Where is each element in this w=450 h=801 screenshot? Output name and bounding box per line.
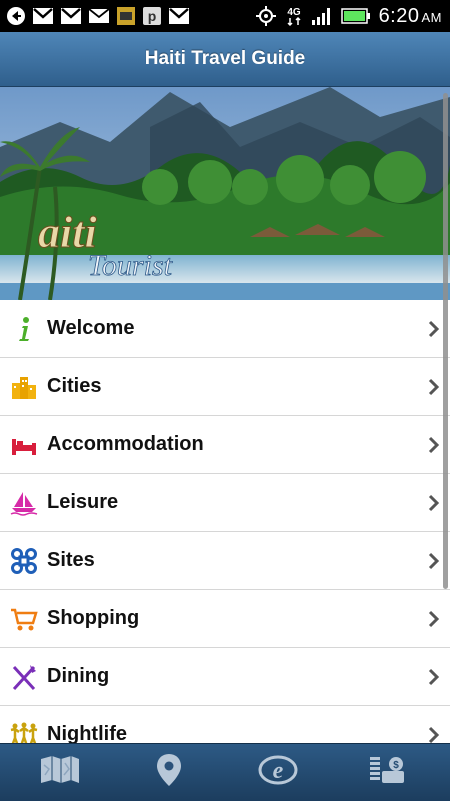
svg-text:p: p: [148, 8, 157, 24]
chevron-right-icon: [428, 610, 440, 628]
clock-time: 6:20: [378, 4, 420, 27]
chevron-right-icon: [428, 726, 440, 743]
content-scroll-area[interactable]: aiti Tourist Welcome Cities Accommodatio…: [0, 87, 450, 743]
battery-icon: [340, 6, 371, 26]
bed-icon: [10, 431, 38, 459]
dancers-icon: [10, 721, 38, 743]
chevron-right-icon: [428, 320, 440, 338]
mail-icon: [88, 6, 110, 26]
menu-item-label: Accommodation: [47, 433, 204, 455]
info-icon: [10, 315, 38, 343]
chevron-right-icon: [428, 436, 440, 454]
network-label: 4G: [287, 7, 301, 18]
gmail-icon: [168, 6, 190, 26]
menu-item-label: Sites: [47, 549, 95, 571]
menu-item-shopping[interactable]: Shopping: [0, 590, 450, 648]
gmail-icon: [60, 6, 82, 26]
menu-item-sites[interactable]: Sites: [0, 532, 450, 590]
scrollbar[interactable]: [443, 93, 448, 589]
tab-map[interactable]: [4, 744, 116, 801]
menu-item-cities[interactable]: Cities: [0, 358, 450, 416]
banner-image: aiti Tourist: [0, 87, 450, 301]
clock: 6:20 AM: [379, 5, 442, 28]
menu-item-label: Cities: [47, 375, 102, 397]
chevron-right-icon: [428, 668, 440, 686]
svg-text:$: $: [393, 760, 399, 771]
gps-icon: [255, 6, 277, 26]
menu-item-label: Shopping: [47, 607, 140, 629]
fork-knife-icon: [10, 663, 38, 691]
tab-e-logo[interactable]: e: [222, 744, 334, 801]
network-4g-icon: 4G: [285, 6, 303, 27]
signal-icon: [311, 6, 333, 26]
map-icon: [39, 755, 81, 790]
tab-currency[interactable]: $: [331, 744, 443, 801]
p-icon: p: [142, 6, 162, 26]
page-title: Haiti Travel Guide: [144, 48, 306, 69]
currency-converter-icon: $: [366, 753, 408, 792]
e-logo-icon: e: [257, 754, 299, 791]
menu-item-leisure[interactable]: Leisure: [0, 474, 450, 532]
bottom-tab-bar: e $: [0, 743, 450, 801]
chevron-right-icon: [428, 378, 440, 396]
notification-icon: [116, 6, 136, 26]
command-knot-icon: [10, 547, 38, 575]
gmail-icon: [32, 6, 54, 26]
menu-item-dining[interactable]: Dining: [0, 648, 450, 706]
menu-item-label: Nightlife: [47, 723, 127, 743]
status-bar: p 4G 6:20 AM: [0, 0, 450, 32]
svg-text:e: e: [273, 758, 284, 784]
location-pin-icon: [155, 753, 183, 792]
menu-item-label: Leisure: [47, 491, 119, 513]
menu-item-accommodation[interactable]: Accommodation: [0, 416, 450, 474]
shopping-cart-icon: [10, 605, 38, 633]
chevron-right-icon: [428, 494, 440, 512]
menu-item-nightlife[interactable]: Nightlife: [0, 706, 450, 743]
menu-list: Welcome Cities Accommodation Leisure Sit…: [0, 300, 450, 743]
logo-word-tourist: Tourist: [88, 249, 173, 282]
chevron-right-icon: [428, 552, 440, 570]
menu-item-label: Dining: [47, 665, 110, 687]
sailboat-icon: [10, 489, 38, 517]
system-icons: 4G 6:20 AM: [255, 4, 442, 28]
menu-item-welcome[interactable]: Welcome: [0, 300, 450, 358]
title-bar: Haiti Travel Guide: [0, 32, 450, 87]
tab-location[interactable]: [113, 744, 225, 801]
notification-icons: p: [6, 4, 190, 28]
back-arrow-icon: [6, 6, 26, 26]
menu-item-label: Welcome: [47, 317, 135, 339]
buildings-icon: [10, 373, 38, 401]
clock-ampm: AM: [421, 9, 442, 25]
